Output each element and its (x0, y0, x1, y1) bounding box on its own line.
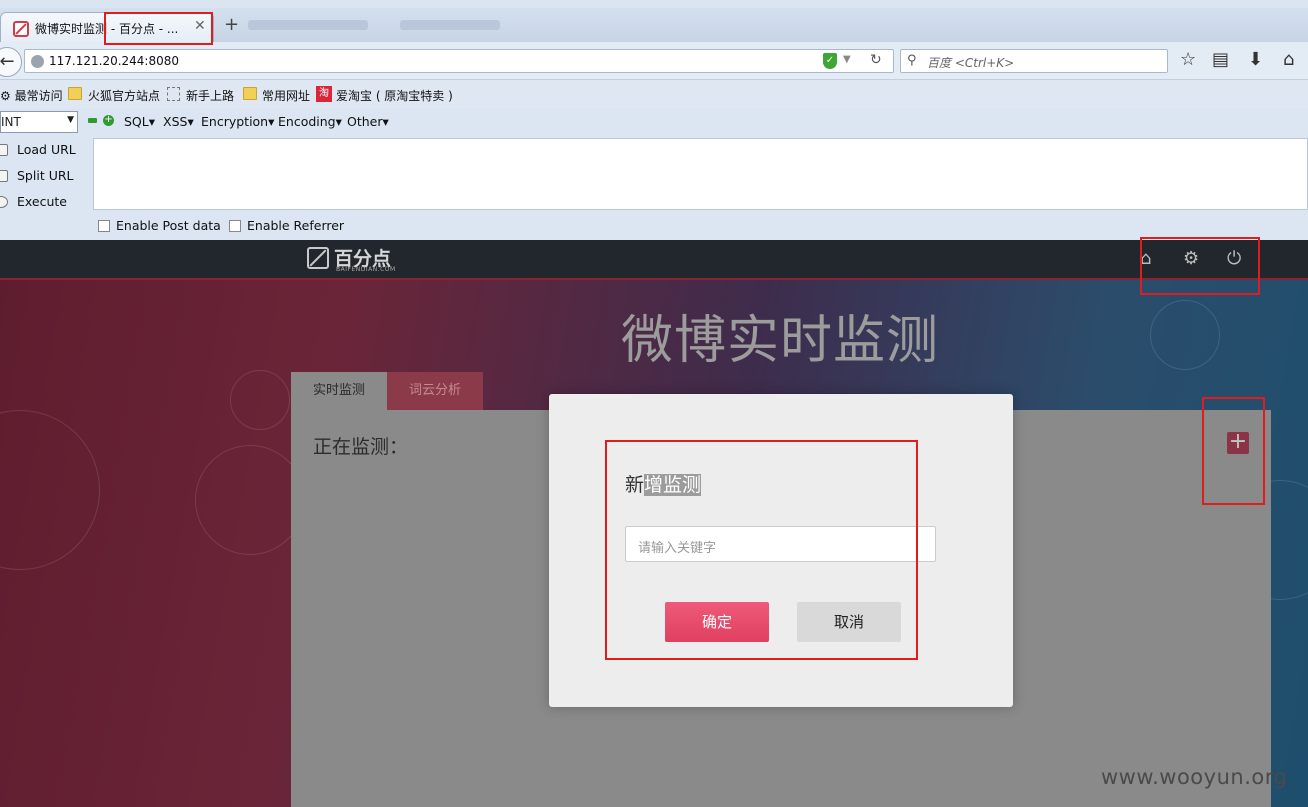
tab-background[interactable] (400, 20, 500, 30)
watermark: www.wooyun.org (1101, 765, 1288, 789)
bookmark-common-sites[interactable]: 常用网址 (262, 87, 310, 104)
new-tab-button[interactable]: + (224, 16, 239, 34)
doodle-circle (195, 445, 305, 555)
split-url-button[interactable]: Split URL (0, 168, 74, 183)
tab-background[interactable] (248, 20, 368, 30)
tab-realtime-monitor[interactable]: 实时监测 (291, 372, 387, 410)
bookmarks-bar: ⚙ 最常访问 火狐官方站点 新手上路 常用网址 淘 爱淘宝 ( 原淘宝特卖 ) (0, 80, 1308, 108)
execute-icon (0, 196, 8, 208)
site-header: 百分点 BAIFENDIAN.COM ⌂ ⚙ ⏻ (0, 240, 1308, 280)
menu-xss[interactable]: XSS▾ (163, 114, 194, 129)
reload-icon[interactable]: ↻ (870, 52, 882, 68)
reading-list-icon[interactable]: ▤ (1212, 51, 1229, 69)
hackbar-toolbar: INT ▼ + SQL▾ XSS▾ Encryption▾ Encoding▾ … (0, 108, 1308, 138)
url-text[interactable]: 117.121.20.244:8080 (49, 54, 179, 68)
shield-icon[interactable]: ✓ (823, 53, 837, 69)
hackbar-type-select[interactable]: INT ▼ (0, 111, 78, 133)
load-icon (0, 144, 8, 156)
execute-button[interactable]: Execute (0, 194, 67, 209)
annotation-box-tab (104, 12, 213, 45)
menu-other[interactable]: Other▾ (347, 114, 389, 129)
bookmark-newbie[interactable]: 新手上路 (186, 87, 234, 104)
bookmark-firefox-site[interactable]: 火狐官方站点 (88, 87, 160, 104)
bookmark-most-visited[interactable]: ⚙ 最常访问 (0, 87, 63, 104)
page-title: 微博实时监测 (620, 311, 939, 371)
taobao-icon: 淘 (316, 86, 332, 102)
home-icon[interactable]: ⌂ (1283, 51, 1294, 69)
menu-encryption[interactable]: Encryption▾ (201, 114, 274, 129)
logo-subtext: BAIFENDIAN.COM (336, 266, 396, 273)
doodle-circle (0, 410, 100, 570)
logo-icon (307, 247, 329, 269)
annotation-box-add-button (1202, 397, 1265, 505)
menu-sql[interactable]: SQL▾ (124, 114, 155, 129)
doodle-circle (230, 370, 290, 430)
plus-icon[interactable]: + (103, 115, 114, 126)
folder-icon (68, 87, 82, 100)
navigation-bar: ← 117.121.20.244:8080 ✓ ▼ ↻ ⚲ 百度 <Ctrl+K… (0, 42, 1308, 80)
hackbar-body: Load URL Split URL Execute Enable Post d… (0, 138, 1308, 240)
menu-bar (0, 0, 1308, 8)
checkbox[interactable] (229, 220, 241, 232)
star-icon[interactable]: ☆ (1180, 51, 1196, 69)
chevron-down-icon: ▼ (67, 115, 74, 125)
select-value: INT (1, 115, 21, 129)
search-icon: ⚲ (907, 53, 917, 68)
menu-encoding[interactable]: Encoding▾ (278, 114, 342, 129)
bookmark-aitaobao[interactable]: 爱淘宝 ( 原淘宝特卖 ) (336, 87, 453, 104)
folder-icon (243, 87, 257, 100)
load-url-button[interactable]: Load URL (0, 142, 76, 157)
search-input[interactable]: 百度 <Ctrl+K> (927, 54, 1014, 71)
site-favicon-icon (13, 21, 29, 37)
minus-icon[interactable] (88, 118, 97, 123)
dropdown-arrow-icon[interactable]: ▼ (843, 54, 851, 65)
enable-post-checkbox[interactable]: Enable Post data (98, 218, 221, 233)
annotation-box-dialog (605, 440, 918, 660)
tab-word-cloud[interactable]: 词云分析 (387, 372, 483, 410)
globe-icon (31, 55, 44, 68)
back-arrow-icon[interactable]: ← (0, 47, 22, 77)
checkbox[interactable] (98, 220, 110, 232)
download-icon[interactable]: ⬇ (1248, 51, 1263, 69)
enable-referrer-checkbox[interactable]: Enable Referrer (229, 218, 344, 233)
monitoring-label: 正在监测： (313, 436, 409, 458)
search-bar[interactable]: ⚲ 百度 <Ctrl+K> (900, 49, 1168, 73)
url-bar[interactable]: 117.121.20.244:8080 ✓ ▼ ↻ (24, 49, 894, 73)
hackbar-url-textarea[interactable] (93, 138, 1308, 210)
split-icon (0, 170, 8, 182)
annotation-box-header-icons (1140, 237, 1260, 295)
page-icon (167, 87, 180, 101)
